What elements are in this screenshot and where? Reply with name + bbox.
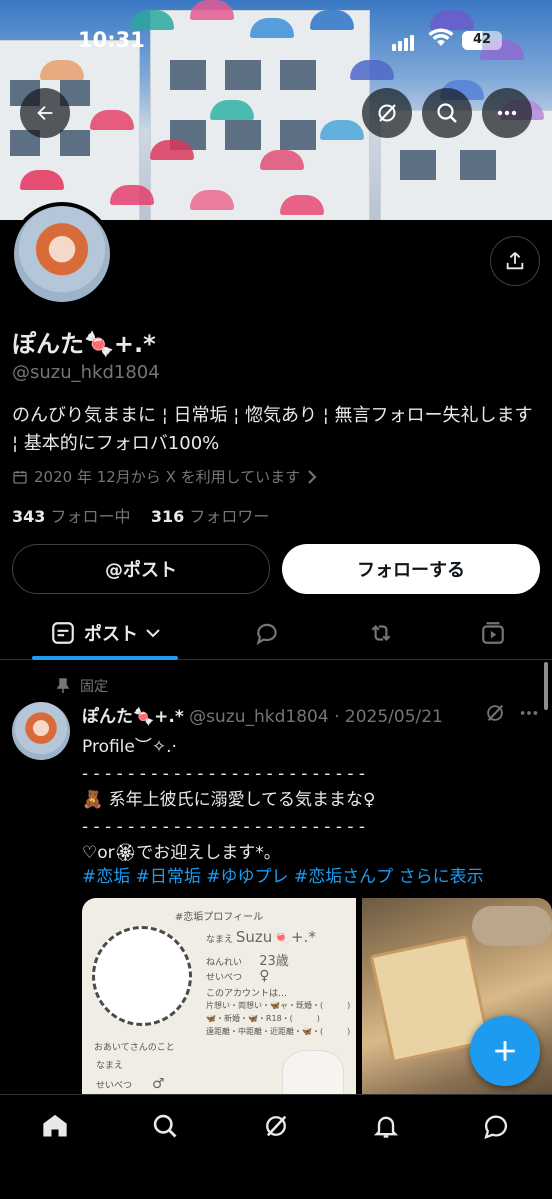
post-meta: @suzu_hkd1804 · 2025/05/21	[189, 707, 443, 727]
status-time: 10:31	[78, 28, 145, 52]
share-button[interactable]	[490, 236, 540, 286]
plate-image	[472, 906, 552, 946]
mention-post-button[interactable]: @ポスト	[12, 544, 270, 594]
card-gender-label: せいべつ	[206, 973, 243, 983]
card-title: #恋垢プロフィール	[174, 912, 264, 923]
scrollbar[interactable]	[544, 662, 548, 710]
profile-tabs: ポスト	[0, 606, 552, 660]
card-name-label: なまえ	[206, 935, 234, 945]
search-button[interactable]	[422, 88, 472, 138]
cellular-signal-icon	[392, 32, 416, 51]
active-tab-indicator	[32, 656, 178, 660]
card-gender-row: せいべつ ♀	[206, 968, 269, 984]
profile-handle: @suzu_hkd1804	[12, 362, 160, 383]
follow-counts: 343 フォロー中 316 フォロワー	[12, 503, 269, 527]
plus-icon	[495, 1041, 515, 1061]
search-icon	[437, 103, 457, 123]
card-photo-circle	[92, 926, 192, 1026]
nav-search[interactable]	[143, 1111, 187, 1141]
post-body: Profile︶✧.· - - - - - - - - - - - - - - …	[82, 737, 376, 863]
messages-icon	[484, 1115, 508, 1139]
nav-home[interactable]	[33, 1111, 77, 1141]
followers-link[interactable]: 316 フォロワー	[151, 507, 270, 526]
home-icon	[43, 1114, 67, 1137]
followers-count: 316	[150, 507, 185, 526]
following-count: 343	[12, 507, 46, 526]
battery-level: 42	[472, 32, 492, 47]
grok-icon	[487, 704, 504, 722]
card-partner-label: おあいてさんのこと	[94, 1043, 175, 1053]
card-age-label: ねんれい	[206, 958, 243, 968]
replies-icon	[256, 623, 277, 646]
card-name-row: なまえ Suzu🍬+.*	[206, 928, 316, 946]
profile-name: ぽんた🍬+.*	[12, 330, 156, 358]
notifications-icon	[373, 1116, 399, 1138]
post-more-button[interactable]	[518, 702, 540, 728]
card-name-value: Suzu🍬+.*	[235, 928, 316, 946]
grok-icon	[378, 104, 396, 122]
grok-button[interactable]	[362, 88, 412, 138]
compose-post-button[interactable]	[470, 1016, 540, 1086]
share-icon	[506, 252, 524, 270]
tab-posts[interactable]: ポスト	[32, 606, 178, 660]
pinned-label: 固定	[80, 679, 108, 695]
card-account-label: このアカウントは…	[206, 989, 288, 999]
nav-messages[interactable]	[474, 1111, 518, 1141]
tab-replies[interactable]	[244, 606, 290, 660]
joined-text: 2020 年 12月から X を利用しています	[34, 468, 301, 486]
post-avatar[interactable]	[12, 702, 70, 760]
hashtags[interactable]: #恋垢 #日常垢 #ゆゆプレ #恋垢さんプ	[82, 867, 393, 887]
calendar-icon	[13, 470, 27, 484]
bear-plush-image	[282, 1050, 344, 1098]
tab-posts-label: ポスト	[84, 624, 138, 645]
profile-bio: のんびり気ままに ¦ 日常垢 ¦ 惚気あり ¦ 無言フォロー失礼します ¦ 基本…	[12, 405, 533, 454]
tab-media[interactable]	[470, 606, 516, 660]
back-arrow-icon	[37, 105, 53, 121]
post-hashtags: #恋垢 #日常垢 #ゆゆプレ #恋垢さんプ さらに表示	[82, 862, 484, 887]
status-bar: 10:31 42	[0, 0, 552, 80]
followers-label: フォロワー	[189, 507, 270, 526]
card-gender-value: ♀	[259, 968, 270, 984]
following-link[interactable]: 343 フォロー中	[12, 507, 131, 526]
post-author[interactable]: ぽんた🍬+.*	[82, 707, 184, 727]
card-account-line2: 🦋・新婚・🦋・R18・( )	[206, 1014, 320, 1023]
pinned-indicator: 固定	[56, 676, 108, 696]
joined-info[interactable]: 2020 年 12月から X を利用しています	[12, 466, 318, 487]
post-image-profile-card[interactable]: #恋垢プロフィール なまえ Suzu🍬+.* ねんれい 23歳 せいべつ ♀ こ…	[82, 898, 356, 1098]
following-label: フォロー中	[50, 507, 131, 526]
bottom-navigation	[0, 1094, 552, 1199]
post-header: ぽんた🍬+.* @suzu_hkd1804 · 2025/05/21	[82, 702, 443, 727]
battery-icon: 42	[462, 31, 502, 50]
repost-icon	[371, 624, 391, 642]
media-icon	[482, 622, 504, 644]
card-partner-gender-row: せいべつ ♂	[96, 1076, 165, 1092]
card-partner-gender: せいべつ	[96, 1081, 133, 1091]
more-icon	[497, 110, 517, 116]
back-button[interactable]	[20, 88, 70, 138]
card-age-value: 23歳	[259, 954, 289, 969]
posts-icon	[52, 622, 74, 644]
pin-icon	[56, 678, 70, 693]
chevron-right-icon	[308, 469, 317, 484]
chevron-down-icon	[146, 629, 160, 638]
follow-button[interactable]: フォローする	[282, 544, 540, 594]
post-grok-button[interactable]	[484, 702, 506, 728]
card-partner-name: なまえ	[96, 1061, 124, 1071]
card-age-row: ねんれい 23歳	[206, 950, 289, 969]
nav-notifications[interactable]	[364, 1111, 408, 1141]
card-partner-gender-value: ♂	[152, 1076, 165, 1092]
tab-reposts[interactable]	[358, 606, 404, 660]
profile-avatar[interactable]	[10, 202, 114, 306]
wifi-icon	[428, 28, 454, 52]
more-button[interactable]	[482, 88, 532, 138]
more-icon	[520, 711, 538, 715]
nav-grok[interactable]	[254, 1111, 298, 1141]
show-more-link[interactable]: さらに表示	[399, 867, 484, 887]
grok-icon	[266, 1115, 287, 1137]
search-icon	[153, 1114, 177, 1138]
card-account-line1: 片想い・両想い・🦋ャ・既婚・( )	[206, 1001, 351, 1010]
card-account-line3: 遠距離・中距離・近距離・🦋・( )	[206, 1027, 351, 1036]
